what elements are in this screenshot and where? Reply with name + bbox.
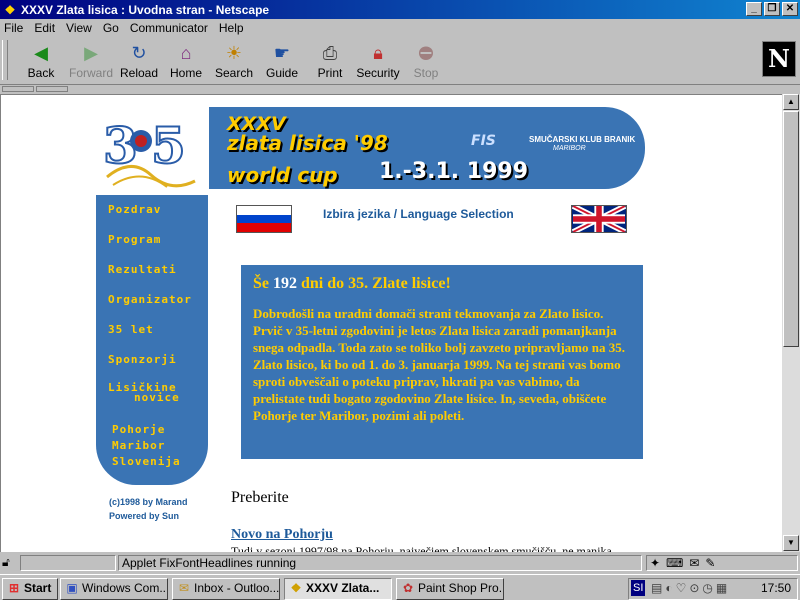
lock-icon: 🔒︎ <box>373 43 383 63</box>
title-bar: ❖ XXXV Zlata lisica : Uvodna stran - Net… <box>0 0 800 19</box>
reload-button[interactable]: ↻ Reload <box>114 42 164 82</box>
windows-logo-icon: ⊞ <box>8 581 20 595</box>
svg-text:5: 5 <box>151 116 186 175</box>
home-button[interactable]: ⌂ Home <box>161 42 211 82</box>
inbox-icon: ✉ <box>178 581 190 595</box>
netscape-task-icon: ❖ <box>290 581 302 595</box>
vertical-scrollbar[interactable]: ▲ ▼ <box>782 94 800 552</box>
stop-icon: ⛔︎ <box>418 43 434 63</box>
menu-help[interactable]: Help <box>219 21 244 35</box>
uk-flag-button[interactable] <box>571 205 627 233</box>
menu-edit[interactable]: Edit <box>34 21 55 35</box>
language-indicator[interactable]: SI <box>631 580 646 596</box>
menu-communicator[interactable]: Communicator <box>130 21 208 35</box>
banner-dates: 1.-3.1. 1999 <box>379 159 529 184</box>
menu-file[interactable]: File <box>4 21 23 35</box>
system-tray: SI ▤◐♡⊙◷▦ 17:50 <box>628 578 798 600</box>
search-icon: ☀ <box>225 43 243 63</box>
security-button[interactable]: 🔒︎ Security <box>353 42 403 82</box>
fis-logo: FIS <box>471 133 496 149</box>
menu-bar: File Edit View Go Communicator Help <box>0 19 800 37</box>
page-content: 3 5 XXXV zlata lisica '98 world cup 1.-3… <box>0 94 782 552</box>
netscape-app-icon: ❖ <box>4 2 16 17</box>
welcome-paragraph: Dobrodošli na uradni domači strani tekmo… <box>253 306 625 423</box>
folder-icon: ▣ <box>66 581 78 595</box>
security-lock-icon[interactable]: 🔓︎ <box>2 555 18 571</box>
windows-taskbar: ⊞ Start ▣ Windows Com... ✉ Inbox - Outloo..… <box>0 574 800 600</box>
countdown-heading: Še 192 dni do 35. Zlate lisice! <box>253 275 451 292</box>
forward-arrow-icon: ▶ <box>84 43 98 63</box>
sidebar-nav: Pozdrav Program Rezultati Organizator 35… <box>96 195 208 485</box>
nav-pohorje[interactable]: Pohorje <box>112 424 165 435</box>
reload-icon: ↻ <box>131 43 147 63</box>
club-city: MARIBOR <box>553 145 586 152</box>
menu-go[interactable]: Go <box>103 21 119 35</box>
netscape-logo[interactable]: N <box>762 41 796 77</box>
nav-novice[interactable]: novice <box>134 392 180 403</box>
close-button[interactable]: ✕ <box>782 2 798 16</box>
collapsed-toolbar-strip <box>0 84 800 93</box>
status-bar: 🔓︎ Applet FixFontHeadlines running ✦⌨✉✎ <box>0 553 800 573</box>
copyright-credit: (c)1998 by Marand <box>109 497 188 507</box>
taskbar-item-windows-commander[interactable]: ▣ Windows Com... <box>60 578 168 600</box>
status-text: Applet FixFontHeadlines running <box>118 555 642 571</box>
news-heading: Preberite <box>231 489 289 506</box>
nav-pozdrav[interactable]: Pozdrav <box>108 204 161 215</box>
language-selection-label: Izbira jezika / Language Selection <box>323 207 514 221</box>
stop-button[interactable]: ⛔︎ Stop <box>401 42 451 82</box>
print-button[interactable]: ⎙ Print <box>305 42 355 82</box>
paint-icon: ✿ <box>402 581 414 595</box>
nav-slovenija[interactable]: Slovenija <box>112 456 181 467</box>
guide-icon: ☛ <box>273 43 291 63</box>
taskbar-item-paint-shop-pro[interactable]: ✿ Paint Shop Pro... <box>396 578 504 600</box>
window-title: XXXV Zlata lisica : Uvodna stran - Netsc… <box>21 2 270 17</box>
banner-line2: zlata lisica '98 <box>227 131 388 155</box>
clock[interactable]: 17:50 <box>761 579 791 598</box>
location-bar-tab[interactable] <box>2 86 34 92</box>
guide-button[interactable]: ☛ Guide <box>257 42 307 82</box>
club-name: SMUČARSKI KLUB BRANIK <box>529 135 636 144</box>
start-button[interactable]: ⊞ Start <box>2 578 58 600</box>
back-button[interactable]: ◀ Back <box>16 42 66 82</box>
navigation-toolbar: ◀ Back ▶ Forward ↻ Reload ⌂ Home ☀ Search ☛ Gu… <box>0 38 800 84</box>
home-icon: ⌂ <box>180 43 192 63</box>
nav-organizator[interactable]: Organizator <box>108 294 192 305</box>
personal-bar-tab[interactable] <box>36 86 68 92</box>
back-arrow-icon: ◀ <box>34 43 48 63</box>
slovenian-flag-button[interactable] <box>236 205 292 233</box>
forward-button[interactable]: ▶ Forward <box>66 42 116 82</box>
taskbar-item-netscape-active[interactable]: ❖ XXXV Zlata... <box>284 578 392 600</box>
minimize-button[interactable]: _ <box>746 2 762 16</box>
35-anniversary-logo[interactable]: 3 5 <box>101 107 201 193</box>
nav-program[interactable]: Program <box>108 234 161 245</box>
search-button[interactable]: ☀ Search <box>209 42 259 82</box>
scroll-down-arrow-icon[interactable]: ▼ <box>783 535 799 551</box>
countdown-info-box: Še 192 dni do 35. Zlate lisice! Dobrodoš… <box>241 265 643 459</box>
news-link-novo-na-pohorju[interactable]: Novo na Pohorju <box>231 527 333 543</box>
taskbar-item-outlook[interactable]: ✉ Inbox - Outloo... <box>172 578 280 600</box>
event-banner: XXXV zlata lisica '98 world cup 1.-3.1. … <box>209 107 645 189</box>
nav-35-let[interactable]: 35 let <box>108 324 154 335</box>
component-bar[interactable]: ✦⌨✉✎ <box>646 555 798 571</box>
scroll-thumb[interactable] <box>783 111 799 347</box>
maximize-button[interactable]: ❐ <box>764 2 780 16</box>
news-snippet: Tudi v sezoni 1997/98 na Pohorju, največ… <box>231 544 612 552</box>
menu-view[interactable]: View <box>66 21 92 35</box>
scroll-up-arrow-icon[interactable]: ▲ <box>783 94 799 110</box>
print-icon: ⎙ <box>322 43 338 63</box>
powered-by-credit: Powered by Sun <box>109 511 180 521</box>
tray-icons[interactable]: ▤◐♡⊙◷▦ <box>651 579 730 598</box>
days-remaining: 192 <box>273 275 297 292</box>
nav-sponzorji[interactable]: Sponzorji <box>108 354 177 365</box>
progress-indicator <box>20 555 116 571</box>
nav-maribor[interactable]: Maribor <box>112 440 165 451</box>
nav-rezultati[interactable]: Rezultati <box>108 264 177 275</box>
banner-line3: world cup <box>227 163 338 187</box>
